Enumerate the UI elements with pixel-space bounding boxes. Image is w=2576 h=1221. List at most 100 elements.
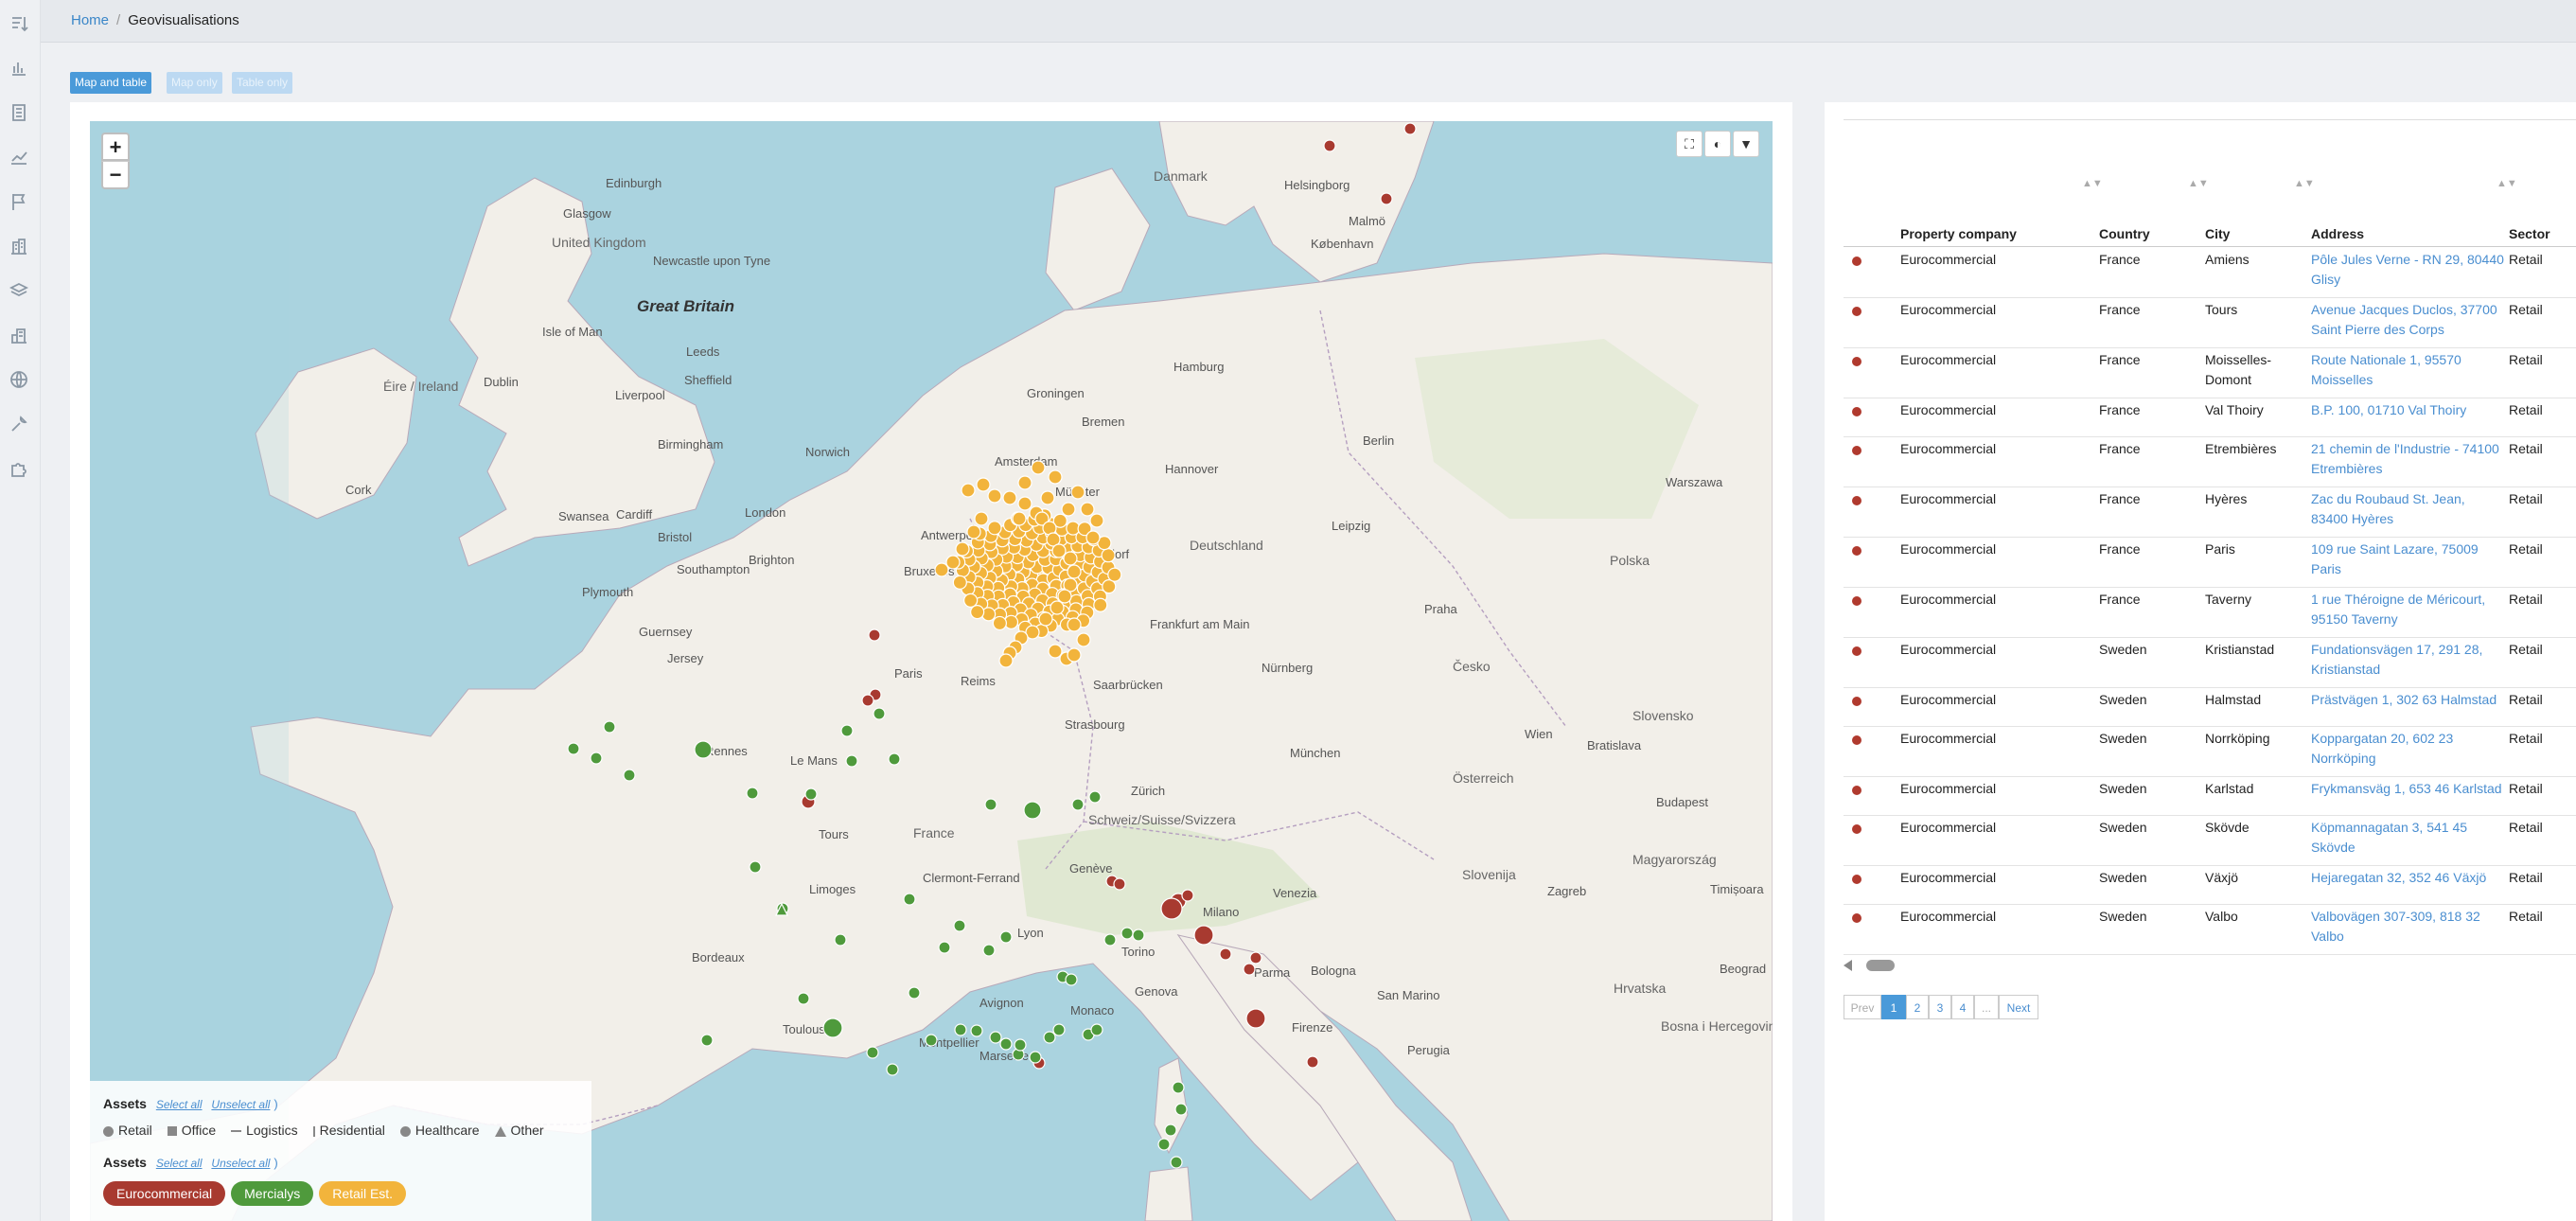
table-row[interactable]: Eurocommercial France Tours Avenue Jacques … [1844,297,2576,348]
asset-marker[interactable] [1380,192,1393,205]
city-icon[interactable] [9,325,29,345]
scrollbar-thumb[interactable] [1866,960,1895,971]
wrench-icon[interactable] [9,414,29,434]
asset-type-filter[interactable]: Retail [103,1123,152,1138]
asset-marker[interactable] [1051,543,1067,558]
asset-marker[interactable] [1038,611,1053,627]
scroll-left-icon[interactable] [1844,960,1852,971]
asset-marker[interactable] [1040,490,1055,505]
asset-marker[interactable] [976,477,991,492]
address-link[interactable]: Valbovägen 307-309, 818 32 Valbo [2311,907,2505,947]
asset-marker[interactable] [1031,460,1046,475]
asset-marker[interactable] [1057,589,1072,604]
asset-marker[interactable] [903,893,916,906]
buildings-icon[interactable] [9,236,29,257]
asset-marker[interactable] [1170,1156,1183,1169]
line-chart-icon[interactable] [9,147,29,168]
page-button[interactable]: 3 [1929,995,1951,1019]
asset-marker[interactable] [992,615,1007,631]
asset-marker[interactable] [1050,600,1065,615]
asset-marker[interactable] [749,860,762,874]
address-link[interactable]: Avenue Jacques Duclos, 37700 Saint Pierr… [2311,300,2505,340]
asset-marker[interactable] [998,653,1014,668]
horizontal-scrollbar[interactable] [1844,959,2576,972]
map-and-table-button[interactable]: Map and table [70,72,152,94]
table-row[interactable]: Eurocommercial Sweden Halmstad Prästvägen 1… [1844,687,2576,727]
asset-marker[interactable] [1023,801,1042,820]
table-row[interactable]: Eurocommercial Sweden Kristianstad Fundatio… [1844,637,2576,688]
asset-marker[interactable] [1067,647,1082,663]
asset-marker[interactable] [603,720,616,734]
asset-marker[interactable] [590,752,603,765]
table-row[interactable]: Eurocommercial Sweden Norrköping Koppargata… [1844,726,2576,777]
asset-marker[interactable] [934,562,949,577]
asset-marker[interactable] [1017,496,1032,511]
asset-marker[interactable] [1067,564,1082,579]
asset-type-filter[interactable]: Residential [312,1123,385,1138]
asset-marker[interactable] [1085,530,1101,545]
table-row[interactable]: Eurocommercial France Etrembières 21 chemin… [1844,436,2576,487]
asset-marker[interactable] [866,1046,879,1059]
asset-marker[interactable] [987,521,1002,536]
asset-marker[interactable] [989,1031,1002,1044]
unselect-all-types-link[interactable]: Unselect all [211,1098,270,1111]
bar-chart-icon[interactable] [9,58,29,79]
document-icon[interactable] [9,102,29,123]
asset-marker[interactable] [982,944,996,957]
sort-icon[interactable]: ▲▼ [2082,178,2103,189]
table-row[interactable]: Eurocommercial France Taverny 1 rue Théroig… [1844,587,2576,638]
asset-marker[interactable] [1014,1038,1027,1052]
sort-icon[interactable]: ▲▼ [2294,178,2315,189]
asset-marker[interactable] [1132,929,1145,942]
table-row[interactable]: Eurocommercial Sweden Karlstad Frykmansväg … [1844,776,2576,816]
asset-marker[interactable] [700,1034,714,1047]
column-header-city[interactable]: City [2205,226,2230,241]
asset-marker[interactable] [1403,122,1417,135]
address-link[interactable]: Koppargatan 20, 602 23 Norrköping [2311,729,2505,769]
asset-marker[interactable] [1107,567,1122,582]
address-link[interactable]: 21 chemin de l'Industrie - 74100 Etrembi… [2311,439,2505,479]
address-link[interactable]: Frykmansväg 1, 653 46 Karlstad [2311,779,2505,799]
address-link[interactable]: Fundationsvägen 17, 291 28, Kristianstad [2311,640,2505,680]
address-link[interactable]: 1 rue Théroigne de Méricourt, 95150 Tave… [2311,590,2505,629]
asset-marker[interactable] [955,541,970,557]
asset-marker[interactable] [845,754,858,768]
asset-marker[interactable] [1323,139,1336,152]
table-row[interactable]: Eurocommercial France Moisselles-Domont Rou… [1844,347,2576,398]
asset-marker[interactable] [1090,1023,1103,1036]
asset-marker[interactable] [1002,490,1017,505]
asset-marker[interactable] [804,787,818,801]
asset-marker[interactable] [694,740,713,759]
asset-marker[interactable] [954,1023,967,1036]
table-row[interactable]: Eurocommercial Sweden Skövde Köpmannagatan … [1844,815,2576,866]
asset-marker[interactable] [1306,1055,1319,1069]
layers-icon[interactable] [9,280,29,301]
zoom-in-button[interactable]: + [101,133,130,161]
filter-icon[interactable]: ▼ [1733,131,1759,157]
asset-marker[interactable] [970,1024,983,1037]
asset-marker[interactable] [961,483,976,498]
sort-icon[interactable]: ▲▼ [2188,178,2209,189]
company-filter-chip[interactable]: Retail Est. [319,1181,407,1206]
breadcrumb-home-link[interactable]: Home [71,12,109,28]
asset-marker[interactable] [1017,475,1032,490]
column-header-country[interactable]: Country [2099,226,2150,241]
table-row[interactable]: Eurocommercial France Val Thoiry B.P. 100, … [1844,398,2576,437]
asset-marker[interactable] [1219,947,1232,961]
sort-list-icon[interactable] [9,13,29,34]
prev-page-button[interactable]: Prev [1844,995,1881,1019]
page-button[interactable]: 4 [1951,995,1974,1019]
asset-marker[interactable] [987,488,1002,504]
asset-marker[interactable] [952,575,967,590]
asset-marker[interactable] [1065,973,1078,986]
asset-marker[interactable] [1052,1023,1066,1036]
asset-marker[interactable] [1243,963,1256,976]
asset-marker[interactable] [840,724,854,737]
table-row[interactable]: Eurocommercial France Hyères Zac du Roubaud… [1844,487,2576,538]
fullscreen-icon[interactable]: ⛶ [1676,131,1703,157]
asset-marker[interactable] [1029,1051,1042,1064]
asset-marker[interactable] [953,919,966,932]
column-header-address[interactable]: Address [2311,226,2364,241]
asset-marker[interactable] [1160,897,1183,920]
column-header-property-company[interactable]: Property company [1900,226,2017,241]
